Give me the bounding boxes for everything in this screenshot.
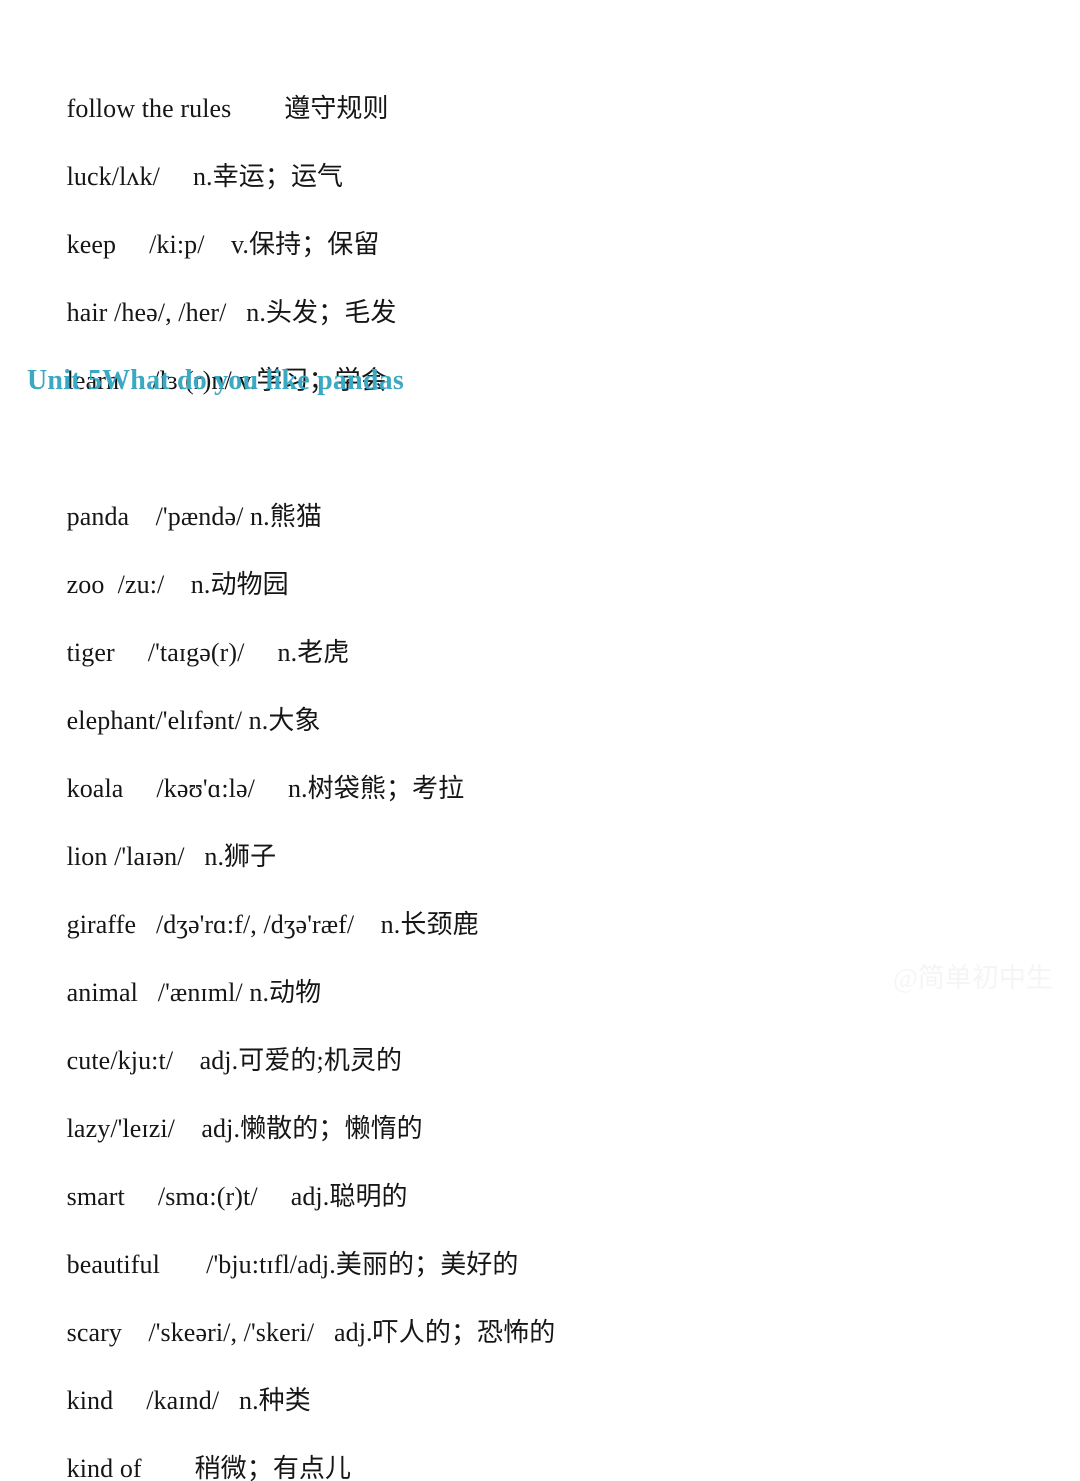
entry-gap	[115, 638, 148, 667]
entry-gap	[160, 162, 193, 191]
entry-meaning: v.保持；保留	[231, 230, 380, 259]
entry-meaning: n.动物	[249, 978, 322, 1007]
entry-gap	[129, 502, 155, 531]
entry-word: hair	[66, 298, 108, 327]
entry-meaning: n.树袋熊；考拉	[287, 774, 465, 803]
entry-phonetic: /lʌk/	[111, 162, 160, 191]
entry-word: panda	[66, 502, 130, 531]
entry-word: giraffe	[66, 910, 137, 939]
entry-word: zoo	[66, 570, 105, 599]
entry-word: luck	[66, 162, 112, 191]
entry-meaning: adj.聪明的	[290, 1182, 408, 1211]
entry-gap	[242, 706, 249, 735]
entry-gap	[164, 570, 190, 599]
entry-word: elephant	[66, 706, 156, 735]
vocab-entry-panda: panda /'pændə/ n.熊猫	[0, 415, 1080, 531]
entry-word: cute	[66, 1046, 111, 1075]
vocab-entry-follow-the-rules: follow the rules 遵守规则	[0, 7, 1080, 123]
entry-gap	[255, 774, 288, 803]
entry-meaning: n.幸运；运气	[192, 162, 344, 191]
entry-phonetic: /ki:p/	[149, 230, 205, 259]
entry-phonetic: /'skeəri/, /'skeri/	[148, 1318, 315, 1347]
entry-gap	[314, 1318, 334, 1347]
entry-meaning: n.大象	[248, 706, 321, 735]
entry-gap	[185, 842, 205, 871]
entry-phonetic: /'elɪfənt/	[155, 706, 243, 735]
entry-word: keep	[66, 230, 117, 259]
entry-phonetic: /dʒə'rɑ:f/, /dʒə'ræf/	[155, 910, 355, 939]
entry-word: animal	[66, 978, 138, 1007]
entry-phonetic: /kəʊ'ɑ:lə/	[156, 774, 255, 803]
entry-gap	[173, 1046, 199, 1075]
entry-gap	[354, 910, 380, 939]
entry-meaning: adj.懒散的；懒惰的	[201, 1114, 423, 1143]
entry-word: scary	[66, 1318, 122, 1347]
entry-word: tiger	[66, 638, 115, 667]
entry-word: beautiful	[66, 1250, 160, 1279]
entry-meaning: n.长颈鹿	[380, 910, 479, 939]
entry-gap	[122, 1318, 148, 1347]
entry-gap	[258, 1182, 291, 1211]
entry-gap	[245, 638, 278, 667]
unit-heading: Unit 5What do you like pandas	[27, 365, 404, 396]
entry-word: kind of	[66, 1454, 142, 1481]
vocabulary-list: follow the rules 遵守规则 luck/lʌk/ n.幸运；运气 …	[0, 0, 1080, 1481]
entry-meaning: adj.美丽的；美好的	[297, 1250, 519, 1279]
entry-phonetic: /zu:/	[117, 570, 165, 599]
entry-gap	[226, 298, 246, 327]
entry-phonetic: /'leɪzi/	[110, 1114, 176, 1143]
entry-word: lazy	[66, 1114, 111, 1143]
entry-meaning: 遵守规则	[284, 94, 389, 123]
entry-phonetic: /'laɪən/	[114, 842, 185, 871]
entry-gap	[104, 570, 117, 599]
entry-phonetic: /'ænɪml/	[157, 978, 243, 1007]
entry-gap	[219, 1386, 239, 1415]
entry-gap	[138, 978, 158, 1007]
entry-meaning: n.头发；毛发	[246, 298, 397, 327]
entry-gap	[123, 774, 156, 803]
entry-meaning: adj.可爱的;机灵的	[199, 1046, 403, 1075]
entry-phonetic: /kju:t/	[110, 1046, 174, 1075]
entry-gap	[125, 1182, 158, 1211]
entry-meaning: n.熊猫	[250, 502, 322, 531]
entry-phonetic: /smɑ:(r)t/	[157, 1182, 258, 1211]
entry-word: koala	[66, 774, 124, 803]
entry-phonetic: /'pændə/	[155, 502, 244, 531]
entry-gap	[205, 230, 231, 259]
entry-gap	[113, 1386, 146, 1415]
entry-gap	[136, 910, 156, 939]
entry-phonetic: /'taɪgə(r)/	[147, 638, 245, 667]
entry-word: lion	[66, 842, 108, 871]
entry-gap	[142, 1454, 195, 1481]
entry-word: kind	[66, 1386, 114, 1415]
entry-gap	[160, 1250, 206, 1279]
entry-phonetic: /kaɪnd/	[146, 1386, 220, 1415]
entry-meaning: 稍微；有点儿	[194, 1454, 352, 1481]
vocabulary-document-page: @简单初中生 follow the rules 遵守规则 luck/lʌk/ n…	[0, 0, 1080, 1481]
entry-phonetic: /heə/, /her/	[114, 298, 227, 327]
entry-gap	[231, 94, 284, 123]
entry-meaning: n.老虎	[277, 638, 350, 667]
entry-gap	[175, 1114, 201, 1143]
entry-meaning: n.狮子	[204, 842, 277, 871]
entry-phonetic: /'bju:tɪfl/	[206, 1250, 298, 1279]
entry-word: smart	[66, 1182, 125, 1211]
entry-meaning: adj.吓人的；恐怖的	[333, 1318, 556, 1347]
entry-meaning: n.种类	[238, 1386, 311, 1415]
entry-gap	[116, 230, 149, 259]
entry-meaning: n.动物园	[190, 570, 289, 599]
entry-word: follow the rules	[66, 94, 232, 123]
